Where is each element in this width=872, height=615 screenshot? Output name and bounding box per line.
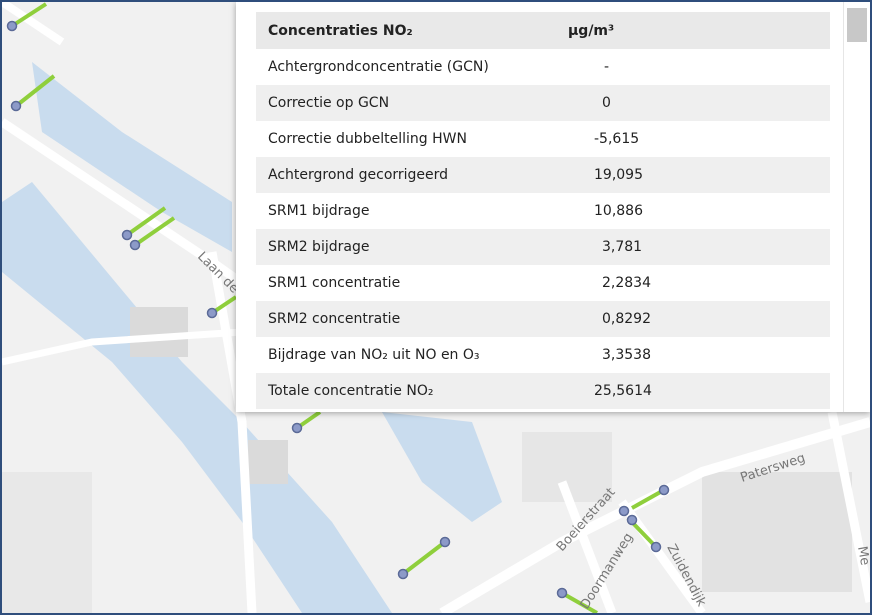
row-label: Totale concentratie NO₂	[256, 373, 568, 409]
row-label: SRM1 bijdrage	[268, 203, 370, 219]
row-value: -	[604, 59, 610, 75]
table-row: SRM1 concentratie 2,2834	[256, 265, 830, 301]
building	[2, 472, 92, 613]
segment-node[interactable]	[6, 20, 18, 32]
table-row: SRM1 bijdrage 10,886	[256, 193, 830, 229]
row-value: 3,3538	[602, 347, 651, 363]
table-row: Achtergrondconcentratie (GCN) -	[256, 49, 830, 85]
row-label: SRM2 concentratie	[256, 301, 568, 337]
row-value: 25,5614	[568, 373, 830, 409]
row-label: Achtergrond gecorrigeerd	[256, 157, 568, 193]
row-label: SRM1 concentratie	[268, 275, 401, 291]
table-row: Achtergrond gecorrigeerd 19,095	[256, 157, 830, 193]
map-frame: Laan de Patersweg Boeierstraat Doormanwe…	[0, 0, 872, 615]
scrollbar-thumb[interactable]	[847, 8, 867, 42]
segment-node[interactable]	[129, 239, 141, 251]
row-label: Correctie op GCN	[256, 85, 568, 121]
header-label: Concentraties NO₂	[256, 12, 568, 49]
row-value: 0,8292	[568, 301, 830, 337]
table-row: SRM2 bijdrage 3,781	[256, 229, 830, 265]
row-label: Correctie dubbeltelling HWN	[268, 131, 467, 147]
building	[702, 472, 852, 592]
segment-node[interactable]	[618, 505, 630, 517]
segment-node[interactable]	[650, 541, 662, 553]
popup-scrollbar[interactable]	[843, 2, 870, 412]
table-row: SRM2 concentratie 0,8292	[256, 301, 830, 337]
segment-node[interactable]	[121, 229, 133, 241]
segment-node[interactable]	[397, 568, 409, 580]
row-value: -5,615	[594, 131, 640, 147]
segment-node[interactable]	[626, 514, 638, 526]
table-row: Totale concentratie NO₂ 25,5614	[256, 373, 830, 409]
row-value: 10,886	[594, 203, 643, 219]
segment-node[interactable]	[658, 484, 670, 496]
row-value: 2,2834	[602, 275, 651, 291]
table-row: Bijdrage van NO₂ uit NO en O₃ 3,3538	[256, 337, 830, 373]
table-row: Correctie op GCN 0	[256, 85, 830, 121]
row-label: Bijdrage van NO₂ uit NO en O₃	[268, 347, 480, 363]
segment-node[interactable]	[206, 307, 218, 319]
concentration-table: Concentraties NO₂ µg/m³ Achtergrondconce…	[256, 12, 830, 409]
segment-node[interactable]	[439, 536, 451, 548]
header-unit: µg/m³	[568, 12, 830, 49]
building	[130, 307, 188, 357]
segment-node[interactable]	[291, 422, 303, 434]
concentration-popup: Concentraties NO₂ µg/m³ Achtergrondconce…	[236, 2, 870, 412]
segment-node[interactable]	[556, 587, 568, 599]
row-value: 0	[568, 85, 830, 121]
row-label: SRM2 bijdrage	[256, 229, 568, 265]
row-value: 19,095	[568, 157, 830, 193]
table-row: Correctie dubbeltelling HWN -5,615	[256, 121, 830, 157]
segment-node[interactable]	[10, 100, 22, 112]
row-value: 3,781	[568, 229, 830, 265]
table-header-row: Concentraties NO₂ µg/m³	[256, 12, 830, 49]
row-label: Achtergrondconcentratie (GCN)	[268, 59, 489, 75]
building	[248, 440, 288, 484]
